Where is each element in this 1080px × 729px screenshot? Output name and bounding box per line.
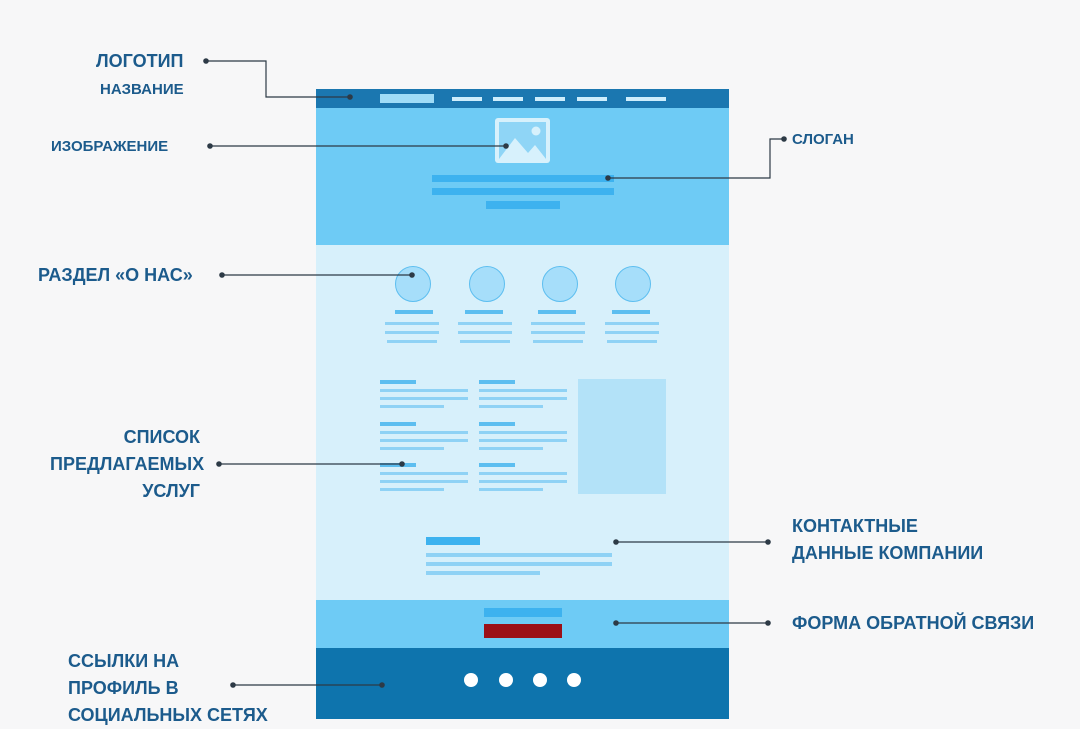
- label-feedback: ФОРМА ОБРАТНОЙ СВЯЗИ: [792, 613, 1035, 633]
- connector-dot: [613, 539, 619, 545]
- connector-dot: [765, 620, 771, 626]
- connector-dot: [379, 682, 385, 688]
- label-image: ИЗОБРАЖЕНИЕ: [51, 138, 169, 155]
- label-services: СПИСОК ПРЕДЛАГАЕМЫХ УСЛУГ: [50, 424, 205, 505]
- label-services-line: УСЛУГ: [142, 481, 200, 501]
- connector-dot: [503, 143, 509, 149]
- connector-dot: [207, 143, 213, 149]
- connector-dot: [765, 539, 771, 545]
- label-logo: ЛОГОТИП: [96, 51, 184, 71]
- connector-dot: [203, 58, 209, 64]
- label-social-line: СОЦИАЛЬНЫХ СЕТЯХ: [68, 705, 268, 725]
- slogan-connector: [608, 138, 784, 179]
- connector-dot: [399, 461, 405, 467]
- connector-dot: [605, 175, 611, 181]
- label-social: ССЫЛКИ НА ПРОФИЛЬ В СОЦИАЛЬНЫХ СЕТЯХ: [68, 648, 268, 729]
- connector-dot: [613, 620, 619, 626]
- connector-dot: [219, 272, 225, 278]
- label-slogan: СЛОГАН: [792, 131, 854, 148]
- label-social-line: ПРОФИЛЬ В: [68, 678, 179, 698]
- label-name: НАЗВАНИЕ: [100, 81, 184, 98]
- label-contacts-line: КОНТАКТНЫЕ: [792, 516, 918, 536]
- connector-dot: [216, 461, 222, 467]
- label-social-line: ССЫЛКИ НА: [68, 651, 180, 671]
- label-services-line: ПРЕДЛАГАЕМЫХ: [50, 454, 205, 474]
- logo-connector: [206, 60, 350, 98]
- connector-dot: [409, 272, 415, 278]
- label-about: РАЗДЕЛ «О НАС»: [38, 265, 193, 285]
- connector-dot: [347, 94, 353, 100]
- connector-dot: [781, 136, 787, 142]
- label-contacts: КОНТАКТНЫЕ ДАННЫЕ КОМПАНИИ: [792, 513, 983, 567]
- label-contacts-line: ДАННЫЕ КОМПАНИИ: [792, 543, 984, 563]
- label-services-line: СПИСОК: [123, 427, 200, 447]
